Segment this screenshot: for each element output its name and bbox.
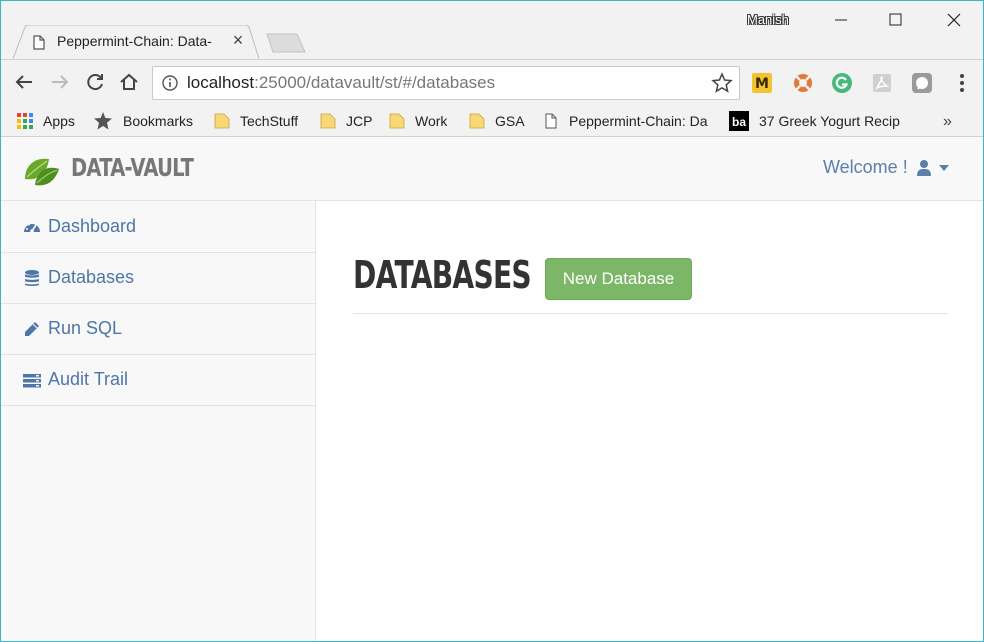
mint-leaf-logo[interactable] bbox=[21, 149, 61, 189]
folder-icon bbox=[389, 113, 405, 129]
pencil-icon bbox=[25, 321, 39, 336]
audit-trail-icon bbox=[23, 373, 41, 387]
bookmark-work[interactable]: Work bbox=[389, 109, 447, 133]
bookmark-label: Peppermint-Chain: Da bbox=[569, 113, 708, 129]
folder-icon bbox=[214, 113, 230, 129]
bookmark-apps[interactable]: Apps bbox=[17, 109, 75, 133]
tab-close-icon[interactable]: × bbox=[231, 31, 245, 49]
svg-text:ba: ba bbox=[732, 115, 746, 129]
new-tab-button[interactable] bbox=[263, 33, 307, 53]
bookmark-label: Work bbox=[415, 113, 448, 129]
app-header: DATA-VAULT Welcome ! bbox=[1, 137, 983, 201]
browser-window: Peppermint-Chain: Data- × Manish localho… bbox=[0, 0, 984, 642]
bookmark-label: 37 Greek Yogurt Recip bbox=[759, 113, 900, 129]
page-icon bbox=[545, 113, 557, 129]
back-arrow-icon[interactable] bbox=[13, 71, 35, 93]
home-icon[interactable] bbox=[118, 71, 140, 93]
bookmark-label: Apps bbox=[43, 113, 75, 129]
sidebar-item-databases[interactable]: Databases bbox=[1, 252, 315, 304]
chat-extension-icon[interactable] bbox=[911, 72, 933, 94]
bookmark-greek-yogurt[interactable]: ba 37 Greek Yogurt Recip bbox=[729, 109, 901, 133]
main-content: DATABASES New Database bbox=[316, 201, 983, 641]
title-divider bbox=[353, 313, 948, 314]
user-menu-toggle[interactable]: Welcome ! bbox=[823, 157, 950, 178]
ba-icon: ba bbox=[729, 111, 749, 131]
browser-toolbar: localhost:25000/datavault/st/#/databases… bbox=[1, 59, 983, 105]
url-text: localhost:25000/datavault/st/#/databases bbox=[187, 73, 495, 93]
sidebar-item-label: Databases bbox=[48, 267, 135, 287]
forward-arrow-icon[interactable] bbox=[49, 71, 71, 93]
apps-grid-icon bbox=[17, 113, 33, 129]
close-window-icon[interactable] bbox=[931, 7, 971, 33]
bookmark-peppermint-chain[interactable]: Peppermint-Chain: Da bbox=[543, 109, 713, 133]
url-path: :25000/datavault/st/#/databases bbox=[254, 73, 496, 92]
bookmark-label: TechStuff bbox=[240, 113, 299, 129]
caret-down-icon bbox=[938, 164, 949, 171]
more-menu-icon[interactable] bbox=[951, 72, 973, 94]
sidebar-item-audit-trail[interactable]: Audit Trail bbox=[1, 354, 315, 406]
star-icon bbox=[94, 112, 112, 130]
lifebuoy-extension-icon[interactable] bbox=[792, 72, 814, 94]
m-extension-icon[interactable]: M bbox=[751, 72, 773, 94]
sidebar-item-dashboard[interactable]: Dashboard bbox=[1, 201, 315, 253]
welcome-text: Welcome ! bbox=[823, 157, 908, 177]
url-host: localhost bbox=[187, 73, 255, 92]
minimize-icon[interactable] bbox=[821, 7, 861, 33]
page-icon bbox=[33, 35, 45, 50]
new-database-button[interactable]: New Database bbox=[545, 258, 692, 300]
sidebar-item-label: Dashboard bbox=[48, 216, 137, 236]
folder-icon bbox=[469, 113, 485, 129]
tab-title: Peppermint-Chain: Data- bbox=[57, 33, 212, 49]
bookmark-gsa[interactable]: GSA bbox=[469, 109, 525, 133]
info-icon[interactable] bbox=[162, 75, 178, 91]
bookmarks-overflow-button[interactable]: » bbox=[943, 113, 952, 131]
title-bar: Peppermint-Chain: Data- × Manish bbox=[1, 1, 983, 59]
sidebar-item-label: Run SQL bbox=[48, 318, 123, 338]
bookmark-label: GSA bbox=[495, 113, 525, 129]
address-bar[interactable]: localhost:25000/datavault/st/#/databases bbox=[152, 66, 740, 100]
grammarly-extension-icon[interactable] bbox=[831, 72, 853, 94]
reload-icon[interactable] bbox=[84, 71, 106, 93]
sidebar: Dashboard Databases Run SQL Audit Trail bbox=[1, 201, 316, 641]
bookmark-label: JCP bbox=[346, 113, 373, 129]
database-icon bbox=[25, 269, 39, 286]
bookmark-bookmarks[interactable]: Bookmarks bbox=[93, 109, 193, 133]
sidebar-item-label: Audit Trail bbox=[48, 369, 129, 389]
profile-name[interactable]: Manish bbox=[747, 12, 789, 27]
brand-name[interactable]: DATA-VAULT bbox=[71, 153, 194, 182]
page-title: DATABASES bbox=[353, 253, 532, 297]
bookmark-star-icon[interactable] bbox=[711, 72, 733, 94]
svg-text:M: M bbox=[755, 76, 769, 92]
folder-icon bbox=[320, 113, 336, 129]
dashboard-icon bbox=[24, 221, 40, 233]
sidebar-item-run-sql[interactable]: Run SQL bbox=[1, 303, 315, 355]
bookmark-jcp[interactable]: JCP bbox=[320, 109, 372, 133]
browser-tab[interactable]: Peppermint-Chain: Data- × bbox=[13, 25, 259, 59]
maximize-icon[interactable] bbox=[875, 7, 915, 33]
pdf-extension-icon[interactable] bbox=[871, 72, 893, 94]
bookmarks-bar: Apps Bookmarks TechStuff JCP Work GSA Pe… bbox=[1, 105, 983, 137]
bookmark-label: Bookmarks bbox=[123, 113, 194, 129]
user-icon bbox=[916, 159, 931, 176]
bookmark-techstuff[interactable]: TechStuff bbox=[214, 109, 298, 133]
